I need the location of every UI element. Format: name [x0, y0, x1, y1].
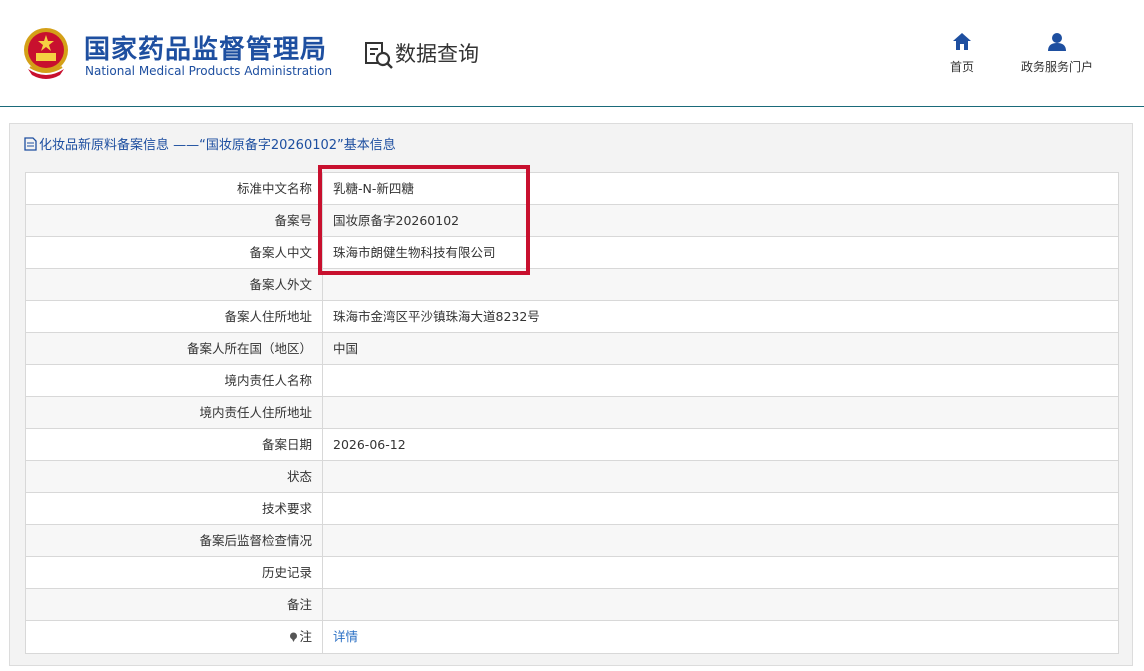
nav-service-portal[interactable]: 政务服务门户	[1012, 32, 1102, 75]
row-value: 珠海市朗健生物科技有限公司	[333, 245, 496, 260]
row-label: 备案人住所地址	[26, 301, 323, 332]
row-value	[323, 461, 1118, 492]
table-row: 境内责任人住所地址	[26, 397, 1118, 429]
row-value: 国妆原备字20260102	[333, 213, 460, 228]
table-row: 备案日期 2026-06-12	[26, 429, 1118, 461]
record-panel: 化妆品新原料备案信息 ——“国妆原备字20260102”基本信息 标准中文名称 …	[9, 123, 1133, 666]
info-table: 标准中文名称 乳糖-N-新四糖 备案号 国妆原备字20260102 备案人中文 …	[25, 172, 1119, 654]
row-value	[323, 557, 1118, 588]
section-title: 数据查询	[395, 42, 479, 66]
note-label: 注	[299, 629, 312, 644]
row-label: 备案号	[26, 205, 323, 236]
table-row: 注 详情	[26, 621, 1118, 653]
org-name-cn: 国家药品监督管理局	[84, 35, 328, 65]
row-value: 2026-06-12	[333, 437, 406, 452]
row-label: 历史记录	[26, 557, 323, 588]
row-value: 珠海市金湾区平沙镇珠海大道8232号	[333, 309, 540, 324]
table-row: 状态	[26, 461, 1118, 493]
row-value	[323, 269, 1118, 300]
table-row: 历史记录	[26, 557, 1118, 589]
national-emblem-icon	[24, 28, 68, 79]
row-label-note: 注	[26, 621, 323, 653]
table-row: 备案人外文	[26, 269, 1118, 301]
nav-home[interactable]: 首页	[944, 32, 980, 75]
row-label: 备案人所在国（地区）	[26, 333, 323, 364]
table-row: 技术要求	[26, 493, 1118, 525]
table-row: 备案人住所地址 珠海市金湾区平沙镇珠海大道8232号	[26, 301, 1118, 333]
row-value	[323, 589, 1118, 620]
row-label: 标准中文名称	[26, 173, 323, 204]
document-icon	[24, 136, 37, 151]
row-label: 境内责任人名称	[26, 365, 323, 396]
row-label: 境内责任人住所地址	[26, 397, 323, 428]
data-query-icon	[365, 42, 393, 69]
nav-home-label: 首页	[949, 60, 974, 74]
row-label: 备案后监督检查情况	[26, 525, 323, 556]
table-row: 标准中文名称 乳糖-N-新四糖	[26, 173, 1118, 205]
panel-title: 化妆品新原料备案信息 ——“国妆原备字20260102”基本信息	[24, 134, 396, 153]
table-row: 备案后监督检查情况	[26, 525, 1118, 557]
table-row: 备案号 国妆原备字20260102	[26, 205, 1118, 237]
table-row: 备案人中文 珠海市朗健生物科技有限公司	[26, 237, 1118, 269]
row-value	[323, 525, 1118, 556]
pin-icon	[290, 632, 298, 642]
row-value	[323, 493, 1118, 524]
row-label: 备案人外文	[26, 269, 323, 300]
row-label: 备注	[26, 589, 323, 620]
row-value	[323, 365, 1118, 396]
site-header: 国家药品监督管理局 National Medical Products Admi…	[0, 0, 1144, 107]
panel-title-text: 化妆品新原料备案信息 ——“国妆原备字20260102”基本信息	[39, 138, 396, 153]
row-label: 备案日期	[26, 429, 323, 460]
row-value	[323, 397, 1118, 428]
row-value: 乳糖-N-新四糖	[333, 181, 414, 196]
nav-portal-label: 政务服务门户	[1020, 60, 1093, 74]
table-row: 备注	[26, 589, 1118, 621]
row-label: 状态	[26, 461, 323, 492]
org-name-en: National Medical Products Administration	[85, 64, 333, 78]
user-icon	[1048, 33, 1066, 51]
table-row: 备案人所在国（地区） 中国	[26, 333, 1118, 365]
row-label: 备案人中文	[26, 237, 323, 268]
table-row: 境内责任人名称	[26, 365, 1118, 397]
row-label: 技术要求	[26, 493, 323, 524]
home-icon	[953, 33, 971, 50]
details-link[interactable]: 详情	[323, 621, 1118, 653]
row-value: 中国	[333, 341, 359, 356]
